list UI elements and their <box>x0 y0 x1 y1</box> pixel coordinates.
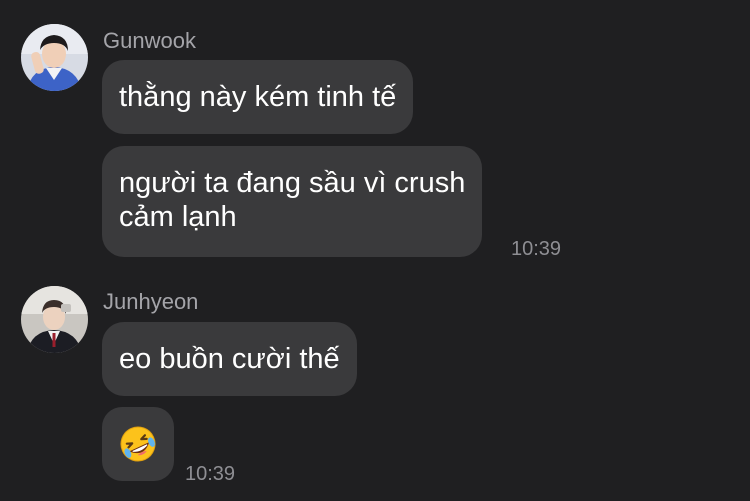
sender-avatar-junhyeon[interactable] <box>21 286 88 353</box>
chat-thread: Gunwook thằng này kém tinh tế người ta đ… <box>0 0 750 501</box>
emoji-message-bubble[interactable] <box>102 407 174 481</box>
message-text: người ta đang sầu vì crush <box>119 167 466 199</box>
avatar-photo-icon <box>21 286 88 353</box>
message-bubble[interactable]: thằng này kém tinh tế <box>102 60 414 134</box>
message-text: cảm lạnh <box>119 201 237 233</box>
message-text: thằng này kém tinh tế <box>119 81 397 113</box>
sender-name: Junhyeon <box>103 289 199 314</box>
message-text: eo buồn cười thế <box>119 343 340 375</box>
avatar-photo-icon <box>21 24 88 91</box>
sender-name: Gunwook <box>103 28 196 53</box>
sender-avatar-gunwook[interactable] <box>21 24 88 91</box>
message-bubble[interactable]: eo buồn cười thế <box>102 322 357 396</box>
message-timestamp: 10:39 <box>185 463 236 485</box>
message-timestamp: 10:39 <box>511 238 562 260</box>
rolling-laughing-emoji-icon <box>120 426 156 462</box>
message-bubble[interactable]: người ta đang sầu vì crush cảm lạnh <box>102 146 483 257</box>
